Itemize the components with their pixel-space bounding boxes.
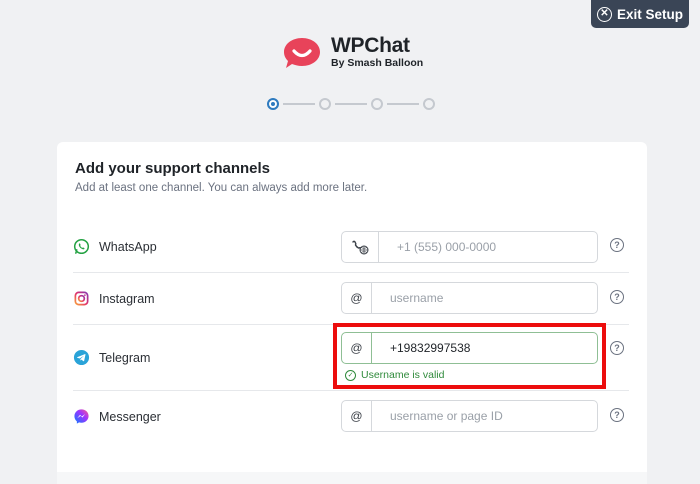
step-connector: [387, 103, 419, 105]
card-title: Add your support channels: [75, 160, 271, 177]
setup-stepper: [267, 98, 435, 110]
exit-setup-button[interactable]: ✕ Exit Setup: [591, 0, 689, 28]
channel-label-messenger: Messenger: [73, 408, 161, 425]
channel-label-whatsapp: WhatsApp: [73, 238, 157, 255]
row-divider: [73, 390, 629, 391]
row-divider: [73, 272, 629, 273]
whatsapp-phone-input[interactable]: [379, 232, 597, 262]
step-1-indicator: [267, 98, 279, 110]
step-3-indicator: [371, 98, 383, 110]
instagram-icon: [74, 291, 89, 306]
card-footer: [57, 472, 647, 484]
channel-name: Instagram: [99, 291, 155, 306]
highlight-annotation-box: [333, 323, 606, 389]
help-icon[interactable]: ?: [610, 341, 624, 355]
step-4-indicator: [423, 98, 435, 110]
help-icon[interactable]: ?: [610, 408, 624, 422]
messenger-icon: [74, 409, 89, 424]
messenger-username-input[interactable]: [372, 401, 597, 431]
close-circle-icon: ✕: [596, 6, 612, 22]
wpchat-logo-icon: [284, 37, 320, 68]
instagram-input-group: @: [341, 282, 598, 314]
channel-label-telegram: Telegram: [73, 349, 150, 366]
help-icon[interactable]: ?: [610, 238, 624, 252]
help-icon[interactable]: ?: [610, 290, 624, 304]
messenger-input-group: @: [341, 400, 598, 432]
telegram-icon: [73, 349, 90, 366]
support-channels-card: Add your support channels Add at least o…: [57, 142, 647, 484]
channel-name: Messenger: [99, 409, 161, 424]
instagram-username-input[interactable]: [372, 283, 597, 313]
channel-name: WhatsApp: [99, 239, 157, 254]
at-prefix: @: [342, 283, 372, 313]
step-connector: [283, 103, 315, 105]
channel-name: Telegram: [99, 350, 151, 365]
channel-label-instagram: Instagram: [73, 290, 155, 307]
at-prefix: @: [342, 401, 372, 431]
phone-globe-icon[interactable]: [342, 232, 379, 262]
step-connector: [335, 103, 367, 105]
step-2-indicator: [319, 98, 331, 110]
brand-logo-block: WPChat By Smash Balloon: [282, 35, 423, 70]
brand-subtitle: By Smash Balloon: [331, 57, 424, 69]
whatsapp-input-group: [341, 231, 598, 263]
exit-setup-label: Exit Setup: [616, 6, 683, 22]
brand-name: WPChat: [331, 34, 410, 57]
whatsapp-icon: [73, 238, 90, 255]
card-subtitle: Add at least one channel. You can always…: [75, 182, 368, 194]
